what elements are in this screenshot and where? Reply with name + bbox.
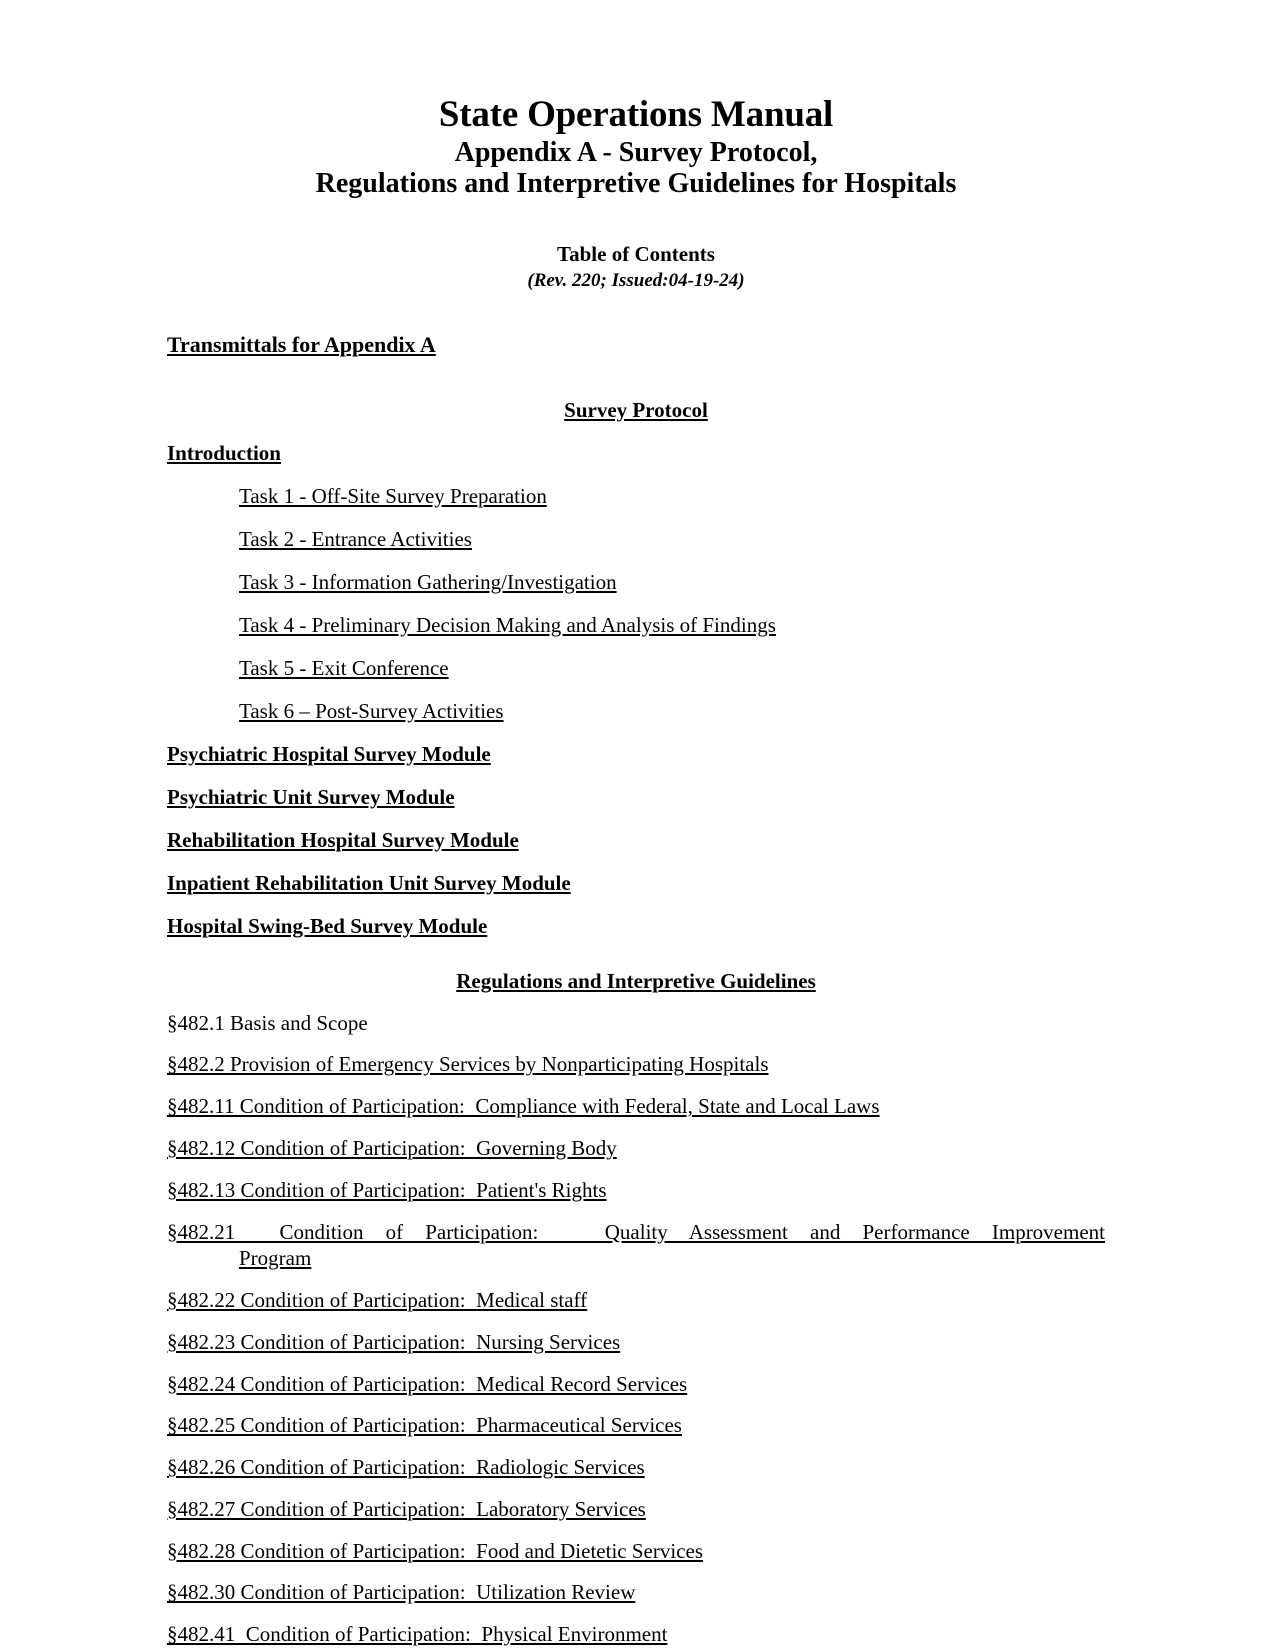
toc-item-482-11-label: §482.11 Condition of Participation: Comp… — [167, 1094, 880, 1119]
revision-line: (Rev. 220; Issued:04-19-24) — [527, 269, 745, 291]
survey-protocol-heading-label: Survey Protocol — [564, 397, 708, 422]
toc-item-482-11[interactable]: §482.11 Condition of Participation: Comp… — [167, 1094, 1105, 1119]
toc-item-task-5[interactable]: Task 5 - Exit Conference — [167, 656, 1105, 681]
toc-item-482-27-label: §482.27 Condition of Participation: Labo… — [167, 1496, 646, 1521]
toc-item-482-13-label: §482.13 Condition of Participation: Pati… — [167, 1177, 607, 1202]
toc-item-rehabilitation-hospital-survey-module-label: Rehabilitation Hospital Survey Module — [167, 827, 519, 852]
toc-item-482-1-label: §482.1 Basis and Scope — [167, 1010, 368, 1035]
toc-item-task-2[interactable]: Task 2 - Entrance Activities — [167, 527, 1105, 552]
toc-item-482-1[interactable]: §482.1 Basis and Scope — [167, 1011, 1105, 1036]
toc-item-482-12[interactable]: §482.12 Condition of Participation: Gove… — [167, 1136, 1105, 1161]
toc-item-482-28-label: §482.28 Condition of Participation: Food… — [167, 1538, 704, 1563]
toc-item-482-2[interactable]: §482.2 Provision of Emergency Services b… — [167, 1052, 1105, 1077]
toc-item-482-27[interactable]: §482.27 Condition of Participation: Labo… — [167, 1497, 1105, 1522]
toc-item-482-26[interactable]: §482.26 Condition of Participation: Radi… — [167, 1455, 1105, 1480]
toc-item-482-21[interactable]: §482.21 Condition of Participation: Qual… — [167, 1220, 1105, 1272]
toc-item-482-22[interactable]: §482.22 Condition of Participation: Medi… — [167, 1288, 1105, 1313]
regulations-heading: Regulations and Interpretive Guidelines — [167, 969, 1105, 994]
toc-item-482-26-label: §482.26 Condition of Participation: Radi… — [167, 1455, 645, 1480]
toc-item-task-2-label: Task 2 - Entrance Activities — [239, 526, 472, 551]
regulations-heading-label: Regulations and Interpretive Guidelines — [456, 968, 816, 993]
toc-item-task-5-label: Task 5 - Exit Conference — [239, 655, 449, 680]
toc-item-482-30-label: §482.30 Condition of Participation: Util… — [167, 1580, 636, 1605]
table-of-contents-label: Table of Contents — [557, 241, 715, 266]
toc-item-482-21-label-line-1: §482.21 Condition of Participation: Qual… — [167, 1219, 1105, 1244]
toc-item-task-3[interactable]: Task 3 - Information Gathering/Investiga… — [167, 570, 1105, 595]
toc-item-482-41-label: §482.41 Condition of Participation: Phys… — [167, 1622, 668, 1647]
toc-item-482-13[interactable]: §482.13 Condition of Participation: Pati… — [167, 1178, 1105, 1203]
toc-item-psychiatric-hospital-survey-module-label: Psychiatric Hospital Survey Module — [167, 741, 491, 766]
toc-item-inpatient-rehabilitation-unit-survey-module[interactable]: Inpatient Rehabilitation Unit Survey Mod… — [167, 871, 1105, 896]
toc-item-inpatient-rehabilitation-unit-survey-module-label: Inpatient Rehabilitation Unit Survey Mod… — [167, 870, 571, 895]
toc-item-482-22-label: §482.22 Condition of Participation: Medi… — [167, 1288, 588, 1313]
document-subtitle-line-2: Regulations and Interpretive Guidelines … — [315, 168, 957, 200]
toc-item-introduction-label: Introduction — [167, 440, 281, 465]
toc-item-482-41[interactable]: §482.41 Condition of Participation: Phys… — [167, 1622, 1105, 1647]
document-page: State Operations Manual Appendix A - Sur… — [0, 0, 1275, 1650]
toc-item-482-12-label: §482.12 Condition of Participation: Gove… — [167, 1135, 617, 1160]
toc-item-task-3-label: Task 3 - Information Gathering/Investiga… — [239, 569, 617, 594]
survey-protocol-heading: Survey Protocol — [167, 398, 1105, 423]
toc-item-482-25-label: §482.25 Condition of Participation: Phar… — [167, 1413, 682, 1438]
toc-item-482-30[interactable]: §482.30 Condition of Participation: Util… — [167, 1580, 1105, 1605]
toc-item-task-1[interactable]: Task 1 - Off-Site Survey Preparation — [167, 484, 1105, 509]
toc-item-482-21-line-2-text: Program — [239, 1246, 312, 1271]
toc-item-482-25[interactable]: §482.25 Condition of Participation: Phar… — [167, 1413, 1105, 1438]
toc-item-hospital-swing-bed-survey-module[interactable]: Hospital Swing-Bed Survey Module — [167, 914, 1105, 939]
toc-item-task-4-label: Task 4 - Preliminary Decision Making and… — [239, 612, 776, 637]
toc-item-482-23-label: §482.23 Condition of Participation: Nurs… — [167, 1329, 621, 1354]
toc-item-rehabilitation-hospital-survey-module[interactable]: Rehabilitation Hospital Survey Module — [167, 828, 1105, 853]
toc-item-482-21-label-line-2: Program — [167, 1246, 1105, 1271]
toc-item-psychiatric-unit-survey-module[interactable]: Psychiatric Unit Survey Module — [167, 785, 1105, 810]
toc-item-482-23[interactable]: §482.23 Condition of Participation: Nurs… — [167, 1330, 1105, 1355]
toc-item-task-1-label: Task 1 - Off-Site Survey Preparation — [239, 483, 547, 508]
toc-item-482-28[interactable]: §482.28 Condition of Participation: Food… — [167, 1539, 1105, 1564]
toc-item-482-24-label: §482.24 Condition of Participation: Medi… — [167, 1371, 688, 1396]
document-subtitle-line-1: Appendix A - Survey Protocol, — [454, 136, 818, 168]
toc-item-psychiatric-unit-survey-module-label: Psychiatric Unit Survey Module — [167, 784, 455, 809]
toc-item-task-6-label: Task 6 – Post-Survey Activities — [239, 698, 504, 723]
transmittals-heading[interactable]: Transmittals for Appendix A — [167, 332, 1105, 358]
document-title: State Operations Manual — [438, 94, 834, 135]
transmittals-heading-label: Transmittals for Appendix A — [167, 331, 436, 357]
toc-item-introduction[interactable]: Introduction — [167, 441, 1105, 466]
toc-item-482-24[interactable]: §482.24 Condition of Participation: Medi… — [167, 1372, 1105, 1397]
toc-item-482-2-label: §482.2 Provision of Emergency Services b… — [167, 1052, 769, 1077]
toc-item-psychiatric-hospital-survey-module[interactable]: Psychiatric Hospital Survey Module — [167, 742, 1105, 767]
toc-item-task-4[interactable]: Task 4 - Preliminary Decision Making and… — [167, 613, 1105, 638]
toc-item-hospital-swing-bed-survey-module-label: Hospital Swing-Bed Survey Module — [167, 913, 488, 938]
toc-item-task-6[interactable]: Task 6 – Post-Survey Activities — [167, 699, 1105, 724]
